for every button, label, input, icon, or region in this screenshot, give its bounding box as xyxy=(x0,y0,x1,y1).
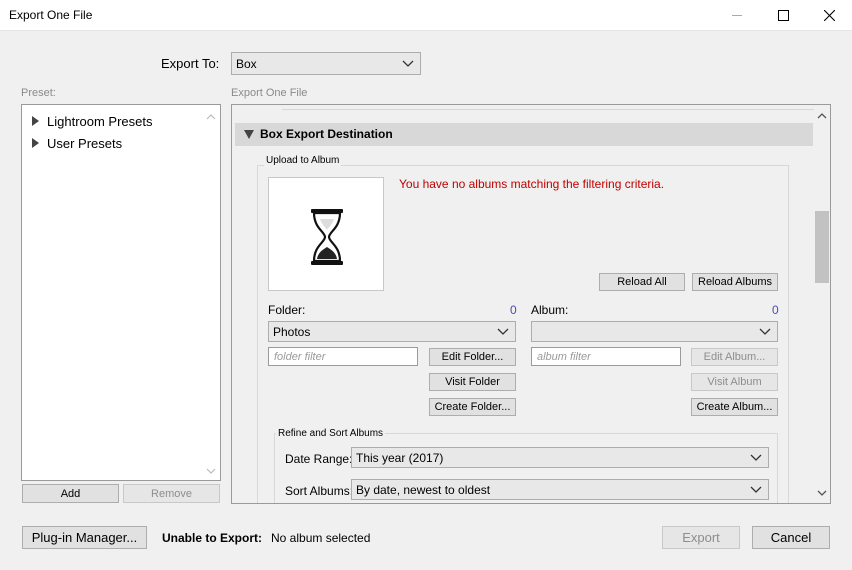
section-header[interactable]: Box Export Destination xyxy=(235,123,813,146)
visit-folder-button[interactable]: Visit Folder xyxy=(429,373,516,391)
chevron-down-icon xyxy=(750,486,762,493)
folder-filter-placeholder: folder filter xyxy=(274,350,326,363)
preset-list: Lightroom Presets User Presets xyxy=(21,104,221,481)
create-album-button[interactable]: Create Album... xyxy=(691,398,778,416)
divider xyxy=(282,109,816,110)
sort-albums-select[interactable]: By date, newest to oldest xyxy=(351,479,769,500)
preset-item-lightroom[interactable]: Lightroom Presets xyxy=(32,113,153,129)
minimize-icon xyxy=(731,15,742,16)
folder-label: Folder: xyxy=(268,303,306,317)
edit-album-button[interactable]: Edit Album... xyxy=(691,348,778,366)
chevron-down-icon xyxy=(402,60,414,67)
reload-all-button[interactable]: Reload All xyxy=(599,273,685,291)
scroll-down-icon[interactable] xyxy=(206,467,216,475)
album-filter-placeholder: album filter xyxy=(537,350,591,363)
album-thumbnail xyxy=(268,177,384,291)
export-settings-panel: Box Export Destination Upload to Album Y… xyxy=(231,104,831,504)
sort-albums-value: By date, newest to oldest xyxy=(356,482,491,497)
plugin-manager-button[interactable]: Plug-in Manager... xyxy=(22,526,147,549)
chevron-down-icon xyxy=(759,328,771,335)
export-status: No album selected xyxy=(271,531,371,545)
hourglass-icon xyxy=(311,209,343,265)
close-icon xyxy=(823,10,835,21)
scrollbar-thumb[interactable] xyxy=(815,211,829,283)
album-select[interactable] xyxy=(531,321,778,342)
date-range-value: This year (2017) xyxy=(356,450,444,465)
edit-folder-button[interactable]: Edit Folder... xyxy=(429,348,516,366)
album-filter-input[interactable]: album filter xyxy=(531,347,681,366)
export-button[interactable]: Export xyxy=(662,526,740,549)
date-range-select[interactable]: This year (2017) xyxy=(351,447,769,468)
export-to-value: Box xyxy=(236,56,257,71)
chevron-down-icon xyxy=(750,454,762,461)
remove-preset-button[interactable]: Remove xyxy=(123,484,220,503)
chevron-down-icon xyxy=(497,328,509,335)
preset-item-label: User Presets xyxy=(47,135,123,151)
panel-label: Export One File xyxy=(231,87,308,99)
album-count: 0 xyxy=(772,303,779,317)
folder-selected: Photos xyxy=(273,324,311,339)
create-folder-button[interactable]: Create Folder... xyxy=(429,398,516,416)
collapse-triangle-icon xyxy=(244,130,254,139)
reload-albums-button[interactable]: Reload Albums xyxy=(692,273,778,291)
expand-triangle-icon xyxy=(32,138,39,148)
title-bar: Export One File xyxy=(0,0,852,31)
folder-filter-input[interactable]: folder filter xyxy=(268,347,418,366)
maximize-icon xyxy=(777,10,789,21)
expand-triangle-icon xyxy=(32,116,39,126)
preset-label: Preset: xyxy=(21,87,56,99)
window-title: Export One File xyxy=(9,8,93,22)
folder-count: 0 xyxy=(510,303,517,317)
export-to-label: Export To: xyxy=(161,56,220,71)
export-to-select[interactable]: Box xyxy=(231,52,421,75)
no-albums-message: You have no albums matching the filterin… xyxy=(399,177,665,191)
close-button[interactable] xyxy=(806,0,852,31)
folder-select[interactable]: Photos xyxy=(268,321,516,342)
cancel-button[interactable]: Cancel xyxy=(752,526,830,549)
album-label: Album: xyxy=(531,303,569,317)
section-title: Box Export Destination xyxy=(260,127,393,141)
sort-albums-label: Sort Albums: xyxy=(285,484,354,498)
unable-to-export-label: Unable to Export: xyxy=(162,531,263,545)
date-range-label: Date Range: xyxy=(285,452,353,466)
preset-item-user[interactable]: User Presets xyxy=(32,135,122,151)
upload-group-title: Upload to Album xyxy=(264,155,342,166)
minimize-button[interactable] xyxy=(714,0,760,31)
visit-album-button[interactable]: Visit Album xyxy=(691,373,778,391)
add-preset-button[interactable]: Add xyxy=(22,484,119,503)
scroll-up-icon[interactable] xyxy=(206,113,216,121)
scroll-up-icon[interactable] xyxy=(817,112,827,120)
refine-group-title: Refine and Sort Albums xyxy=(276,428,386,439)
settings-content: Box Export Destination Upload to Album Y… xyxy=(232,105,816,503)
scroll-down-icon[interactable] xyxy=(817,489,827,497)
preset-item-label: Lightroom Presets xyxy=(47,113,153,129)
maximize-button[interactable] xyxy=(760,0,806,31)
vertical-scrollbar[interactable] xyxy=(814,105,830,503)
